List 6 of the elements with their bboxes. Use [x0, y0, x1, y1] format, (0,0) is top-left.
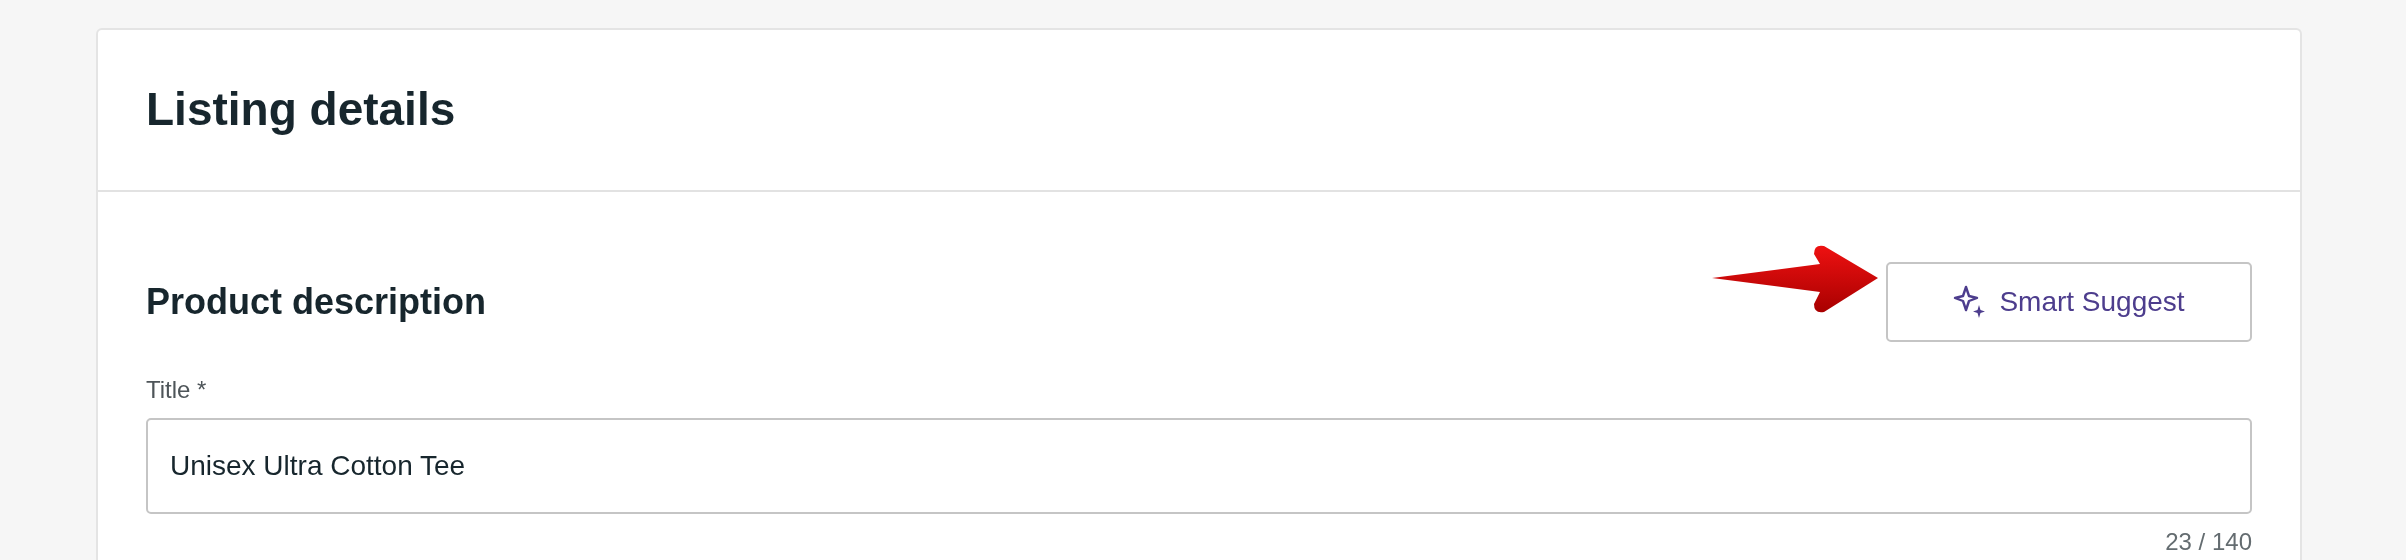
- title-input-field[interactable]: Unisex Ultra Cotton Tee: [146, 418, 2252, 514]
- character-counter: 23 / 140: [2164, 527, 2252, 557]
- section-title: Product description: [146, 280, 487, 324]
- card-title: Listing details: [146, 82, 456, 138]
- smart-suggest-button[interactable]: Smart Suggest: [1886, 262, 2252, 342]
- field-label: Title *: [146, 375, 207, 405]
